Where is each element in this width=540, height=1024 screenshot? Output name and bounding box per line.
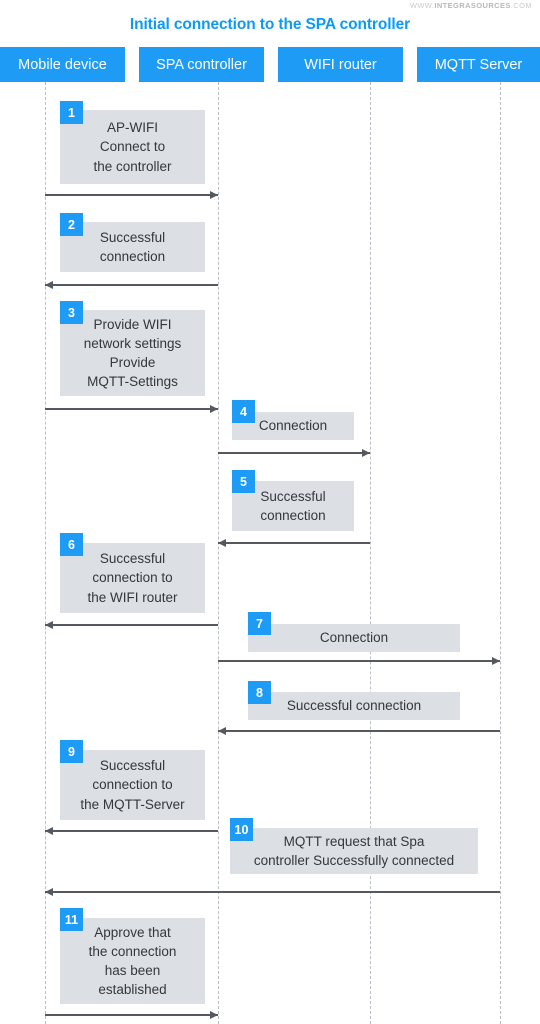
message-arrow-head-right: [491, 656, 500, 665]
message-text: Successful connection: [99, 229, 166, 264]
message-arrow-line: [45, 1014, 218, 1016]
message-number: 4: [240, 404, 247, 419]
actor-label: MQTT Server: [434, 56, 523, 73]
message-number-badge: 6: [60, 533, 83, 556]
message-text: Connection: [319, 630, 389, 646]
message-number-badge: 3: [60, 301, 83, 324]
message-arrow-head-right: [209, 404, 218, 413]
message-arrow-head-right: [361, 448, 370, 457]
message-box: Connection: [248, 624, 460, 652]
actor-header-mqtt[interactable]: MQTT Server: [417, 47, 540, 82]
lifeline-wifi: [370, 82, 371, 1024]
message-text: AP-WIFI Connect to the controller: [93, 120, 172, 174]
message-number: 10: [234, 822, 249, 837]
message-text: Successful connection to the MQTT-Server: [80, 758, 185, 812]
sequence-diagram: WWW.INTEGRASOURCES.COM Initial connectio…: [0, 0, 540, 1024]
message-arrow-line: [218, 542, 370, 544]
message-number-badge: 9: [60, 740, 83, 763]
actor-header-mobile[interactable]: Mobile device: [0, 47, 125, 82]
message-number-badge: 4: [232, 400, 255, 423]
message-number: 8: [256, 685, 263, 700]
message-number-badge: 5: [232, 470, 255, 493]
message-number: 7: [256, 616, 263, 631]
message-number: 9: [68, 744, 75, 759]
message-arrow-line: [45, 624, 218, 626]
message-number: 6: [68, 537, 75, 552]
message-box: MQTT request that Spa controller Success…: [230, 828, 478, 874]
message-arrow-head-left: [218, 538, 226, 547]
message-arrow-head-left: [218, 726, 226, 735]
message-text: Connection: [258, 418, 328, 434]
message-number-badge: 1: [60, 101, 83, 124]
message-arrow-line: [218, 452, 370, 454]
actor-label: WIFI router: [304, 56, 377, 73]
message-number: 3: [68, 305, 75, 320]
message-number: 1: [68, 105, 75, 120]
message-number: 5: [240, 474, 247, 489]
message-text: Successful connection to the WIFI router: [87, 551, 178, 605]
message-arrow-line: [45, 284, 218, 286]
message-text: Successful connection: [286, 698, 422, 714]
message-arrow-line: [218, 660, 500, 662]
message-arrow-head-left: [45, 826, 53, 835]
message-text: MQTT request that Spa controller Success…: [253, 833, 455, 868]
watermark: WWW.INTEGRASOURCES.COM: [410, 1, 532, 10]
message-number: 2: [68, 217, 75, 232]
message-arrow-head-right: [209, 190, 218, 199]
message-number-badge: 10: [230, 818, 253, 841]
watermark-brand: INTEGRASOURCES: [434, 1, 511, 10]
message-arrow-head-left: [45, 620, 53, 629]
message-arrow-head-right: [209, 1010, 218, 1019]
message-arrow-line: [45, 408, 218, 410]
watermark-prefix: WWW.: [409, 1, 435, 10]
message-arrow-head-left: [45, 280, 53, 289]
lifeline-mqtt: [500, 82, 501, 1024]
message-number-badge: 8: [248, 681, 271, 704]
actor-label: Mobile device: [18, 56, 107, 73]
actor-header-spa[interactable]: SPA controller: [139, 47, 264, 82]
message-arrow-line: [218, 730, 500, 732]
lifeline-spa: [218, 82, 219, 1024]
message-arrow-head-left: [45, 887, 53, 896]
message-number: 11: [64, 912, 79, 927]
message-text: Provide WIFI network settings Provide MQ…: [83, 316, 182, 390]
lifeline-mobile: [45, 82, 46, 1024]
message-text: Successful connection: [260, 488, 326, 523]
message-arrow-line: [45, 830, 218, 832]
message-text: Approve that the connection has been est…: [88, 924, 177, 998]
message-number-badge: 7: [248, 612, 271, 635]
watermark-suffix: .COM: [510, 1, 532, 10]
actor-label: SPA controller: [156, 56, 247, 73]
actor-header-wifi[interactable]: WIFI router: [278, 47, 403, 82]
message-box: Successful connection: [248, 692, 460, 720]
message-arrow-line: [45, 891, 500, 893]
message-arrow-line: [45, 194, 218, 196]
page-title: Initial connection to the SPA controller: [129, 16, 411, 33]
message-number-badge: 2: [60, 213, 83, 236]
message-number-badge: 11: [60, 908, 83, 931]
